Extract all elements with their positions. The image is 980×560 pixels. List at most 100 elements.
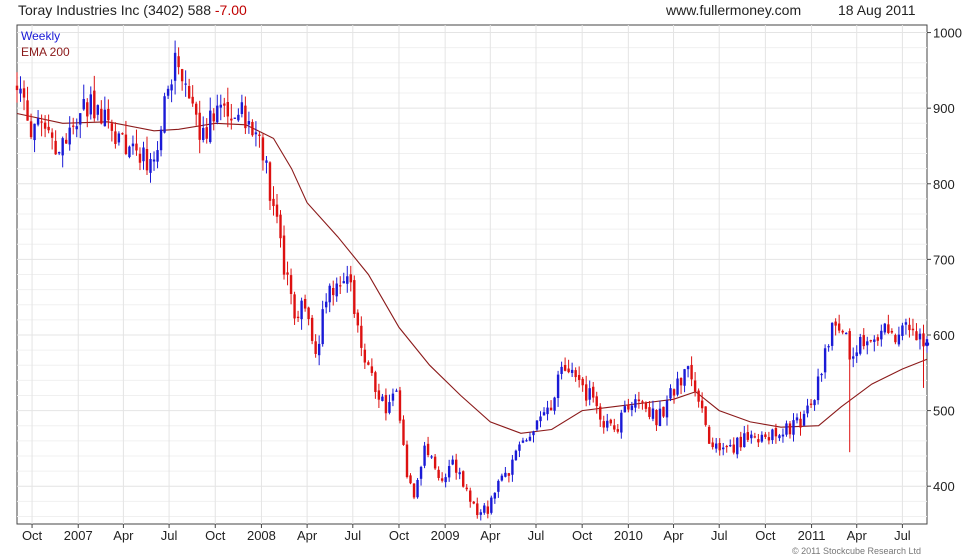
- candle-body: [360, 325, 363, 348]
- candle-body: [198, 112, 201, 140]
- candle-body: [384, 395, 388, 414]
- candle-body: [462, 471, 465, 487]
- candle-body: [191, 96, 194, 104]
- candle-body: [669, 388, 672, 399]
- candle-body: [711, 442, 714, 448]
- candle-body: [497, 480, 500, 492]
- candle-body: [180, 69, 184, 82]
- candle-body: [230, 118, 233, 121]
- candle-body: [736, 437, 739, 455]
- candle-body: [746, 432, 750, 440]
- candle-body: [894, 335, 897, 343]
- candle-body: [64, 139, 68, 144]
- candle-body: [212, 113, 215, 122]
- candle-body: [321, 309, 324, 345]
- candle-body: [272, 198, 275, 207]
- candle-body: [767, 437, 771, 441]
- candle-body: [823, 348, 827, 373]
- candle-body: [335, 283, 338, 297]
- candle-body: [346, 276, 349, 284]
- candle-body: [47, 126, 50, 131]
- candle-body: [370, 366, 374, 373]
- candle-body: [922, 333, 925, 347]
- candle-body: [349, 274, 352, 283]
- candle-body: [648, 407, 651, 417]
- candle-body: [827, 346, 830, 348]
- candle-body: [79, 113, 82, 125]
- candle-body: [729, 445, 732, 447]
- candle-body: [353, 280, 356, 315]
- x-tick-label: Oct: [572, 528, 593, 543]
- candle-body: [430, 456, 433, 458]
- candle-body: [135, 143, 138, 151]
- candle-body: [848, 331, 851, 360]
- candle-body: [286, 272, 289, 275]
- candle-body: [658, 408, 662, 427]
- x-tick-label: Apr: [480, 528, 501, 543]
- candle-body: [852, 356, 855, 359]
- candle-body: [490, 497, 493, 513]
- candle-body: [187, 86, 191, 99]
- candle-body: [26, 100, 29, 121]
- candle-body: [739, 436, 742, 448]
- candle-body: [50, 132, 54, 138]
- candle-body: [205, 127, 208, 139]
- candle-body: [103, 109, 107, 127]
- x-tick-label: Oct: [205, 528, 226, 543]
- candle-body: [528, 436, 532, 441]
- candle-body: [163, 96, 166, 133]
- candle-body: [310, 317, 314, 341]
- candle-body: [577, 375, 581, 380]
- candle-body: [68, 127, 71, 145]
- candle-body: [606, 420, 609, 428]
- candle-body: [233, 117, 237, 119]
- candle-body: [314, 341, 317, 354]
- candle-body: [837, 323, 841, 331]
- candle-body: [743, 433, 746, 448]
- candle-body: [834, 321, 837, 326]
- candle-body: [86, 102, 89, 117]
- candle-body: [781, 434, 785, 437]
- candle-body: [651, 408, 655, 419]
- candle-body: [486, 506, 490, 514]
- candle-body: [581, 378, 584, 386]
- candle-body: [813, 400, 816, 406]
- x-tick-label: Jul: [344, 528, 361, 543]
- candle-body: [613, 425, 616, 430]
- candle-body: [391, 393, 395, 401]
- candle-body: [209, 110, 212, 143]
- candle-body: [757, 439, 760, 443]
- price-chart: 400 500 600 700 800 900 1000 Oct 2007 Apr Jul Oct 2…: [15, 24, 962, 543]
- candle-body: [883, 323, 887, 333]
- candle-body: [841, 330, 844, 333]
- candle-body: [451, 459, 454, 465]
- candle-body: [374, 372, 377, 392]
- candle-body: [507, 473, 511, 476]
- candle-body: [36, 118, 40, 125]
- candle-body: [785, 423, 788, 435]
- candle-body: [880, 330, 883, 340]
- candle-body: [806, 405, 809, 414]
- candle-body: [686, 366, 690, 370]
- candle-body: [282, 235, 286, 275]
- candle-body: [820, 373, 823, 376]
- candle-body: [518, 444, 521, 451]
- candle-body: [563, 364, 567, 371]
- candle-body: [620, 412, 623, 433]
- candle-body: [57, 152, 61, 154]
- y-tick-label: 1000: [933, 26, 962, 41]
- candle-body: [15, 85, 19, 91]
- candle-body: [697, 390, 700, 402]
- candle-body: [356, 312, 360, 326]
- candle-body: [714, 443, 718, 449]
- candle-body: [771, 429, 774, 441]
- candle-body: [479, 512, 482, 515]
- y-tick-label: 600: [933, 328, 955, 343]
- candle-body: [556, 374, 560, 399]
- candle-body: [89, 94, 92, 115]
- candle-body: [795, 417, 799, 421]
- candle-body: [268, 162, 272, 201]
- candle-body: [114, 131, 117, 144]
- candle-body: [289, 275, 293, 294]
- candle-body: [100, 108, 103, 124]
